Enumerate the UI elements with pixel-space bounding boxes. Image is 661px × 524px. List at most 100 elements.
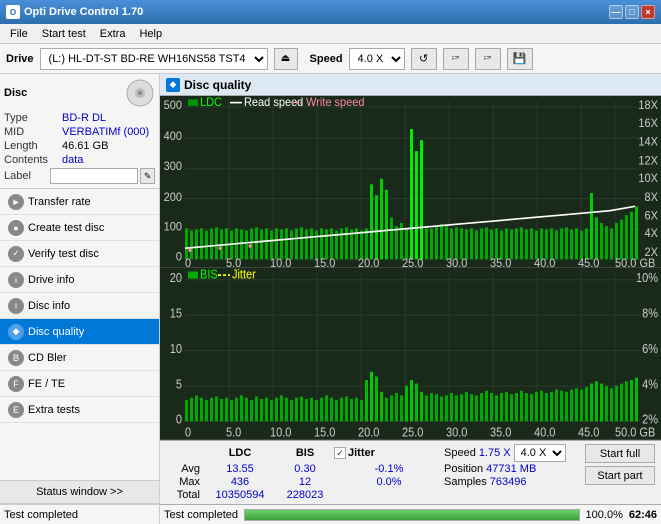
- charts-container: 500 400 300 200 100 0 18X 16X 14X 12X 10…: [160, 96, 661, 440]
- drive-bar: Drive (L:) HL-DT-ST BD-RE WH16NS58 TST4 …: [0, 44, 661, 74]
- svg-text:14X: 14X: [638, 136, 658, 149]
- menu-extra[interactable]: Extra: [94, 26, 132, 42]
- toolbar-btn-3[interactable]: 🖙: [475, 48, 501, 70]
- avg-label: Avg: [166, 463, 204, 475]
- jitter-checkbox[interactable]: ✓: [334, 447, 346, 459]
- refresh-button[interactable]: ↺: [411, 48, 437, 70]
- menu-help[interactable]: Help: [133, 26, 168, 42]
- max-ldc: 436: [204, 476, 276, 488]
- eject-button[interactable]: ⏏: [274, 48, 298, 70]
- svg-text:10.0: 10.0: [270, 425, 292, 439]
- avg-jitter: -0.1%: [334, 463, 444, 475]
- svg-text:25.0: 25.0: [402, 258, 423, 267]
- sidebar-item-disc-info[interactable]: i Disc info: [0, 293, 159, 319]
- drive-info-icon: i: [8, 272, 24, 288]
- svg-text:Read speed: Read speed: [244, 96, 303, 109]
- nav-label-transfer-rate: Transfer rate: [28, 196, 91, 208]
- svg-text:6X: 6X: [645, 210, 659, 223]
- menu-file[interactable]: File: [4, 26, 34, 42]
- svg-text:8%: 8%: [642, 306, 658, 321]
- svg-text:0: 0: [176, 251, 182, 264]
- label-label: Label: [4, 170, 50, 182]
- nav-items: ► Transfer rate ● Create test disc ✓ Ver…: [0, 189, 159, 480]
- total-ldc: 10350594: [204, 489, 276, 501]
- label-input[interactable]: [50, 168, 138, 184]
- total-bis: 228023: [276, 489, 334, 501]
- svg-text:0: 0: [185, 425, 191, 439]
- svg-text:100: 100: [164, 221, 182, 234]
- mid-value: VERBATIMf (000): [62, 126, 149, 138]
- nav-label-cd-bler: CD Bler: [28, 352, 67, 364]
- bis-chart: 20 15 10 5 0 10% 8% 6% 4% 2%: [160, 268, 661, 440]
- svg-text:5.0: 5.0: [226, 425, 242, 439]
- save-button[interactable]: 💾: [507, 48, 533, 70]
- svg-text:500: 500: [164, 100, 182, 113]
- create-test-icon: ●: [8, 220, 24, 236]
- toolbar-btn-2[interactable]: 🖙: [443, 48, 469, 70]
- svg-text:4X: 4X: [645, 228, 659, 241]
- svg-text:45.0: 45.0: [578, 258, 599, 267]
- svg-text:20.0: 20.0: [358, 258, 379, 267]
- transfer-rate-icon: ►: [8, 194, 24, 210]
- svg-text:5.0: 5.0: [226, 258, 241, 267]
- svg-text:45.0: 45.0: [578, 425, 600, 439]
- progress-bar-container: [244, 509, 580, 521]
- sidebar-item-fe-te[interactable]: F FE / TE: [0, 371, 159, 397]
- svg-text:15.0: 15.0: [314, 258, 335, 267]
- svg-text:0: 0: [176, 412, 182, 427]
- drive-label: Drive: [6, 53, 34, 65]
- svg-text:0: 0: [185, 258, 191, 267]
- status-window-button[interactable]: Status window >>: [0, 480, 159, 504]
- content-status-text: Test completed: [164, 509, 238, 521]
- extra-tests-icon: E: [8, 402, 24, 418]
- main-layout: Disc Type BD-R DL MID VERBATIMf (000) Le…: [0, 74, 661, 524]
- maximize-button[interactable]: □: [625, 5, 639, 19]
- title-bar: O Opti Drive Control 1.70 — □ ×: [0, 0, 661, 24]
- svg-text:30.0: 30.0: [446, 425, 468, 439]
- jitter-header: Jitter: [348, 447, 375, 459]
- sidebar-item-transfer-rate[interactable]: ► Transfer rate: [0, 189, 159, 215]
- nav-label-disc-quality: Disc quality: [28, 326, 84, 338]
- bottom-panel: LDC BIS ✓ Jitter Speed 1.75 X 4.0 X: [160, 440, 661, 504]
- close-button[interactable]: ×: [641, 5, 655, 19]
- avg-row: Avg 13.55 0.30 -0.1% Position 47731 MB: [166, 463, 581, 475]
- sidebar-item-verify-test[interactable]: ✓ Verify test disc: [0, 241, 159, 267]
- svg-text:10X: 10X: [638, 173, 658, 186]
- speed-select-stats[interactable]: 4.0 X: [514, 444, 566, 462]
- speed-select-drive[interactable]: 4.0 X: [349, 48, 405, 70]
- drive-select[interactable]: (L:) HL-DT-ST BD-RE WH16NS58 TST4: [40, 48, 268, 70]
- disc-quality-icon: ◆: [8, 324, 24, 340]
- speed-stat-value: 1.75 X: [479, 447, 511, 459]
- svg-text:5: 5: [176, 376, 182, 391]
- ldc-header: LDC: [204, 447, 276, 459]
- sidebar-item-drive-info[interactable]: i Drive info: [0, 267, 159, 293]
- disc-icon: [125, 78, 155, 108]
- start-part-button[interactable]: Start part: [585, 466, 655, 485]
- nav-label-create-test: Create test disc: [28, 222, 104, 234]
- sidebar-item-extra-tests[interactable]: E Extra tests: [0, 397, 159, 423]
- svg-text:12X: 12X: [638, 155, 658, 168]
- verify-test-icon: ✓: [8, 246, 24, 262]
- svg-text:10%: 10%: [636, 270, 658, 285]
- type-value: BD-R DL: [62, 112, 106, 124]
- total-row: Total 10350594 228023: [166, 489, 581, 501]
- mid-label: MID: [4, 126, 62, 138]
- samples-value: 763496: [490, 476, 527, 488]
- window-controls: — □ ×: [609, 5, 655, 19]
- start-full-button[interactable]: Start full: [585, 444, 655, 463]
- bis-header: BIS: [276, 447, 334, 459]
- position-value: 47731 MB: [486, 463, 536, 475]
- label-button[interactable]: ✎: [140, 168, 155, 184]
- length-value: 46.61 GB: [62, 140, 108, 152]
- disc-quality-header: ◆ Disc quality: [160, 74, 661, 96]
- avg-ldc: 13.55: [204, 463, 276, 475]
- sidebar-item-disc-quality[interactable]: ◆ Disc quality: [0, 319, 159, 345]
- svg-text:10: 10: [170, 341, 183, 356]
- svg-text:16X: 16X: [638, 117, 658, 130]
- svg-text:50.0 GB: 50.0 GB: [615, 258, 656, 267]
- svg-text:Write speed: Write speed: [306, 96, 364, 109]
- sidebar-item-create-test[interactable]: ● Create test disc: [0, 215, 159, 241]
- menu-start-test[interactable]: Start test: [36, 26, 92, 42]
- minimize-button[interactable]: —: [609, 5, 623, 19]
- sidebar-item-cd-bler[interactable]: B CD Bler: [0, 345, 159, 371]
